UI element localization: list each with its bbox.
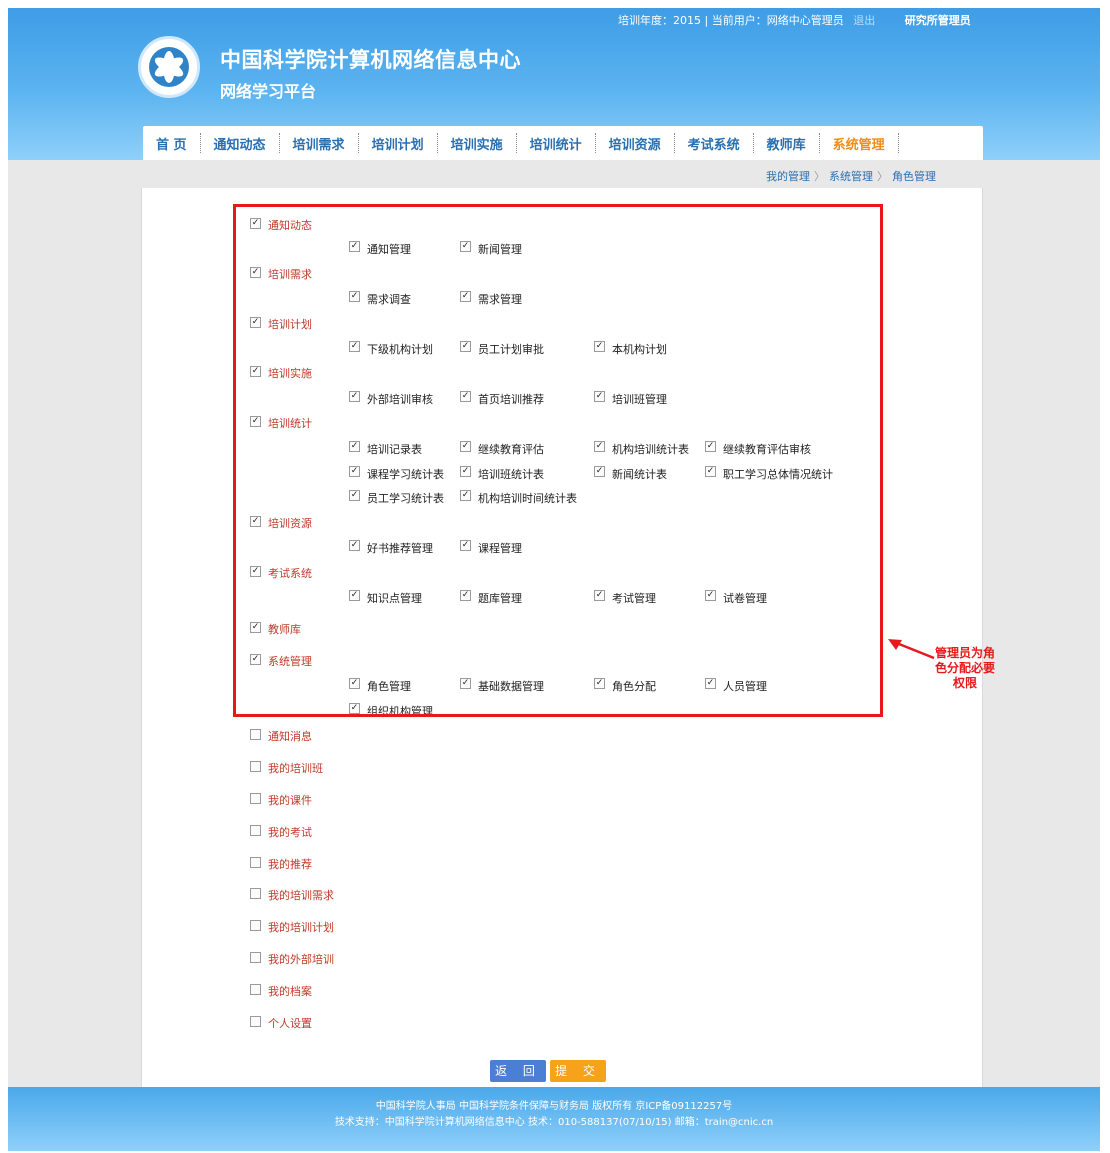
nav-training-needs[interactable]: 培训需求 xyxy=(280,126,358,160)
nav-home[interactable]: 首 页 xyxy=(143,126,200,160)
chevron-right-icon: 〉 xyxy=(877,170,888,183)
breadcrumb-role-management: 角色管理 xyxy=(892,170,936,183)
breadcrumb: 我的管理〉系统管理〉角色管理 xyxy=(766,168,936,184)
nav-label: 考试系统 xyxy=(687,137,740,153)
nav-training-plan[interactable]: 培训计划 xyxy=(359,126,437,160)
nav-training-implementation[interactable]: 培训实施 xyxy=(438,126,516,160)
perm-label: 我的课件 xyxy=(268,794,312,807)
nav-teacher-pool[interactable]: 教师库 xyxy=(754,126,819,160)
checkbox-notice-messages[interactable] xyxy=(250,729,261,740)
checkbox-my-recommendations[interactable] xyxy=(250,857,261,868)
nav-training-resources[interactable]: 培训资源 xyxy=(596,126,674,160)
perm-label: 我的档案 xyxy=(268,985,312,998)
nav-label: 系统管理 xyxy=(832,137,885,153)
year-user-info: 培训年度：2015 | 当前用户：网络中心管理员 xyxy=(618,14,844,27)
page-frame: 培训年度：2015 | 当前用户：网络中心管理员 退出 研究所管理员 中国科学院… xyxy=(8,8,1100,1151)
nav-label: 培训统计 xyxy=(529,137,582,153)
nav-label: 首 页 xyxy=(156,137,187,153)
checkbox-my-classes[interactable] xyxy=(250,761,261,772)
checkbox-my-courseware[interactable] xyxy=(250,793,261,804)
submit-button[interactable]: 提 交 xyxy=(550,1060,606,1082)
footer-copyright: 中国科学院人事局 中国科学院条件保障与财务局 版权所有 京ICP备0911225… xyxy=(375,1101,733,1112)
current-role: 研究所管理员 xyxy=(904,14,971,27)
main-nav: 首 页 通知动态 培训需求 培训计划 培训实施 培训统计 培训资源 考试系统 教… xyxy=(143,126,983,160)
perm-label: 我的推荐 xyxy=(268,858,312,871)
perm-label: 我的外部培训 xyxy=(268,953,334,966)
nav-exam-system[interactable]: 考试系统 xyxy=(675,126,753,160)
perm-label: 我的培训班 xyxy=(268,762,323,775)
perm-label: 个人设置 xyxy=(268,1017,312,1030)
nav-label: 教师库 xyxy=(766,137,806,153)
checkbox-my-exams[interactable] xyxy=(250,825,261,836)
highlight-box xyxy=(233,204,883,717)
breadcrumb-system-management[interactable]: 系统管理 xyxy=(829,170,873,183)
arrow-left-icon xyxy=(888,639,935,660)
nav-system-management[interactable]: 系统管理 xyxy=(820,126,898,160)
cas-logo-icon xyxy=(138,36,200,98)
site-subtitle: 网络学习平台 xyxy=(220,82,317,101)
nav-label: 通知动态 xyxy=(213,137,266,153)
site-header: 培训年度：2015 | 当前用户：网络中心管理员 退出 研究所管理员 中国科学院… xyxy=(8,8,1100,160)
perm-label: 我的培训需求 xyxy=(268,889,334,902)
nav-training-stats[interactable]: 培训统计 xyxy=(517,126,595,160)
nav-label: 培训需求 xyxy=(292,137,345,153)
site-footer: 中国科学院人事局 中国科学院条件保障与财务局 版权所有 京ICP备0911225… xyxy=(8,1087,1100,1151)
nav-label: 培训计划 xyxy=(371,137,424,153)
logout-link[interactable]: 退出 xyxy=(853,14,875,27)
checkbox-my-training-needs[interactable] xyxy=(250,888,261,899)
perm-label: 我的培训计划 xyxy=(268,921,334,934)
breadcrumb-my-management[interactable]: 我的管理 xyxy=(766,170,810,183)
chevron-right-icon: 〉 xyxy=(814,170,825,183)
checkbox-my-external-training[interactable] xyxy=(250,952,261,963)
nav-label: 培训实施 xyxy=(450,137,503,153)
nav-notices[interactable]: 通知动态 xyxy=(201,126,279,160)
site-title: 中国科学院计算机网络信息中心 xyxy=(220,48,521,72)
checkbox-personal-settings[interactable] xyxy=(250,1016,261,1027)
annotation-note: 管理员为角色分配必要权限 xyxy=(934,646,995,690)
perm-label: 我的考试 xyxy=(268,826,312,839)
footer-support: 技术支持：中国科学院计算机网络信息中心 技术：010-588137(07/10/… xyxy=(334,1117,774,1128)
nav-label: 培训资源 xyxy=(608,137,661,153)
checkbox-my-training-plan[interactable] xyxy=(250,920,261,931)
perm-label: 通知消息 xyxy=(268,730,312,743)
nav-divider xyxy=(897,133,899,153)
back-button[interactable]: 返 回 xyxy=(490,1060,546,1082)
checkbox-my-archive[interactable] xyxy=(250,984,261,995)
user-bar: 培训年度：2015 | 当前用户：网络中心管理员 退出 研究所管理员 xyxy=(618,12,971,28)
